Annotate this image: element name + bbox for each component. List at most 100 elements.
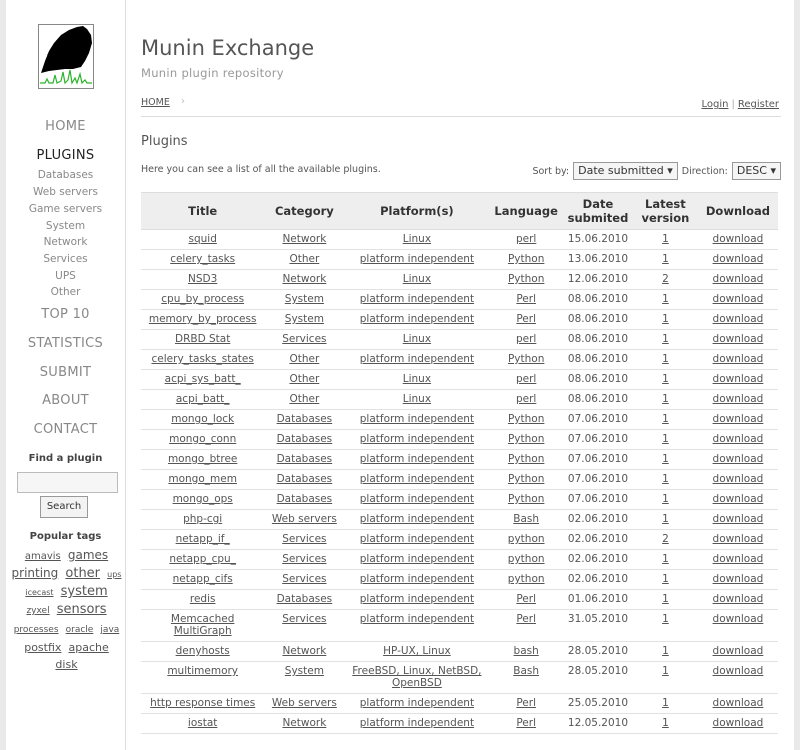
version-link[interactable]: 1 (662, 393, 669, 405)
download-link[interactable]: download (713, 373, 764, 385)
sort-select[interactable]: Date submitted ▾ (573, 162, 678, 180)
category-link[interactable]: Web servers (272, 697, 337, 709)
tag-link[interactable]: apache (69, 641, 109, 654)
version-link[interactable]: 1 (662, 697, 669, 709)
title-link[interactable]: mongo_mem (168, 473, 237, 485)
version-link[interactable]: 1 (662, 333, 669, 345)
title-link[interactable]: memory_by_process (149, 313, 257, 325)
language-link[interactable]: bash (514, 645, 539, 657)
search-input[interactable] (17, 472, 118, 493)
tag-link[interactable]: zyxel (26, 606, 49, 616)
language-link[interactable]: python (508, 553, 545, 565)
download-link[interactable]: download (713, 513, 764, 525)
title-link[interactable]: NSD3 (188, 273, 217, 285)
language-link[interactable]: Python (508, 493, 544, 505)
download-link[interactable]: download (713, 233, 764, 245)
tag-link[interactable]: icecast (25, 588, 53, 597)
version-link[interactable]: 1 (662, 553, 669, 565)
title-link[interactable]: celery_tasks (170, 253, 235, 265)
direction-select[interactable]: DESC ▾ (731, 162, 781, 180)
col-date[interactable]: Date submited (562, 192, 633, 230)
download-link[interactable]: download (713, 573, 764, 585)
nav-sub-databases[interactable]: Databases (6, 169, 125, 181)
nav-sub-other[interactable]: Other (6, 286, 125, 298)
platform-link[interactable]: platform independent (360, 553, 474, 565)
download-link[interactable]: download (713, 333, 764, 345)
category-link[interactable]: Services (282, 613, 326, 625)
download-link[interactable]: download (713, 353, 764, 365)
title-link[interactable]: mongo_lock (171, 413, 234, 425)
language-link[interactable]: Python (508, 473, 544, 485)
platform-link[interactable]: Linux (403, 393, 431, 405)
title-link[interactable]: denyhosts (176, 645, 230, 657)
tag-link[interactable]: postfix (24, 641, 61, 654)
nav-sub-web-servers[interactable]: Web servers (6, 186, 125, 198)
nav-about[interactable]: ABOUT (6, 393, 125, 408)
language-link[interactable]: Perl (516, 613, 536, 625)
language-link[interactable]: Perl (516, 293, 536, 305)
nav-sub-services[interactable]: Services (6, 253, 125, 265)
col-category[interactable]: Category (264, 192, 345, 230)
version-link[interactable]: 1 (662, 473, 669, 485)
tag-link[interactable]: games (68, 548, 108, 562)
language-link[interactable]: python (508, 573, 545, 585)
category-link[interactable]: Other (289, 253, 319, 265)
tag-link[interactable]: java (100, 625, 119, 635)
version-link[interactable]: 1 (662, 233, 669, 245)
category-link[interactable]: Databases (277, 593, 333, 605)
language-link[interactable]: Python (508, 273, 544, 285)
language-link[interactable]: Perl (516, 697, 536, 709)
language-link[interactable]: Bash (513, 665, 539, 677)
category-link[interactable]: Services (282, 333, 326, 345)
title-link[interactable]: acpi_sys_batt_ (165, 373, 241, 385)
version-link[interactable]: 1 (662, 413, 669, 425)
col-title[interactable]: Title (141, 192, 265, 230)
language-link[interactable]: Python (508, 453, 544, 465)
category-link[interactable]: Network (282, 233, 326, 245)
tag-link[interactable]: ups (107, 570, 121, 579)
platform-link[interactable]: HP-UX, Linux (383, 645, 451, 657)
language-link[interactable]: python (508, 533, 545, 545)
register-link[interactable]: Register (738, 99, 779, 110)
version-link[interactable]: 1 (662, 645, 669, 657)
title-link[interactable]: mongo_ops (173, 493, 233, 505)
category-link[interactable]: System (285, 665, 324, 677)
platform-link[interactable]: Linux (403, 273, 431, 285)
language-link[interactable]: Perl (516, 593, 536, 605)
platform-link[interactable]: platform independent (360, 353, 474, 365)
nav-top10[interactable]: TOP 10 (6, 307, 125, 322)
download-link[interactable]: download (713, 493, 764, 505)
title-link[interactable]: cpu_by_process (161, 293, 244, 305)
platform-link[interactable]: platform independent (360, 433, 474, 445)
version-link[interactable]: 1 (662, 373, 669, 385)
download-link[interactable]: download (713, 393, 764, 405)
download-link[interactable]: download (713, 697, 764, 709)
title-link[interactable]: netapp_if_ (176, 533, 230, 545)
download-link[interactable]: download (713, 645, 764, 657)
version-link[interactable]: 1 (662, 353, 669, 365)
language-link[interactable]: perl (516, 393, 536, 405)
platform-link[interactable]: platform independent (360, 293, 474, 305)
nav-submit[interactable]: SUBMIT (6, 365, 125, 380)
language-link[interactable]: Python (508, 253, 544, 265)
category-link[interactable]: Web servers (272, 513, 337, 525)
tag-link[interactable]: oracle (66, 625, 94, 635)
platform-link[interactable]: platform independent (360, 473, 474, 485)
tag-link[interactable]: other (65, 566, 100, 581)
download-link[interactable]: download (713, 473, 764, 485)
col-download[interactable]: Download (697, 192, 778, 230)
category-link[interactable]: Services (282, 533, 326, 545)
nav-contact[interactable]: CONTACT (6, 422, 125, 437)
language-link[interactable]: perl (516, 333, 536, 345)
title-link[interactable]: iostat (188, 717, 217, 729)
platform-link[interactable]: platform independent (360, 413, 474, 425)
title-link[interactable]: acpi_batt_ (176, 393, 230, 405)
col-language[interactable]: Language (489, 192, 563, 230)
language-link[interactable]: perl (516, 373, 536, 385)
tag-link[interactable]: printing (12, 566, 59, 580)
language-link[interactable]: Python (508, 433, 544, 445)
title-link[interactable]: netapp_cifs (173, 573, 233, 585)
title-link[interactable]: http response times (150, 697, 255, 709)
platform-link[interactable]: platform independent (360, 493, 474, 505)
platform-link[interactable]: FreeBSD, Linux, NetBSD, OpenBSD (352, 665, 481, 689)
